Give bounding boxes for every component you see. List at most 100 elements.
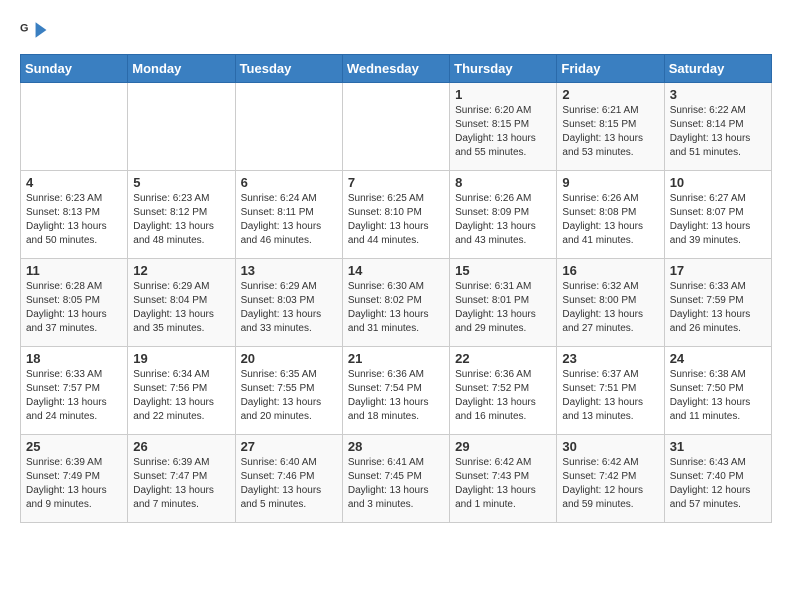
day-number: 8 xyxy=(455,175,551,190)
calendar-cell xyxy=(21,83,128,171)
calendar-cell: 5 Sunrise: 6:23 AM Sunset: 8:12 PM Daylig… xyxy=(128,171,235,259)
day-info: Sunrise: 6:26 AM Sunset: 8:08 PM Dayligh… xyxy=(562,192,658,248)
day-number: 3 xyxy=(670,87,766,102)
day-info: Sunrise: 6:24 AM Sunset: 8:11 PM Dayligh… xyxy=(241,192,337,248)
calendar-cell: 16 Sunrise: 6:32 AM Sunset: 8:00 PM Dayli… xyxy=(557,259,664,347)
day-number: 13 xyxy=(241,263,337,278)
calendar-header-monday: Monday xyxy=(128,55,235,83)
day-info: Sunrise: 6:33 AM Sunset: 7:57 PM Dayligh… xyxy=(26,368,122,424)
day-number: 29 xyxy=(455,439,551,454)
day-info: Sunrise: 6:21 AM Sunset: 8:15 PM Dayligh… xyxy=(562,104,658,160)
day-number: 31 xyxy=(670,439,766,454)
day-number: 23 xyxy=(562,351,658,366)
day-info: Sunrise: 6:31 AM Sunset: 8:01 PM Dayligh… xyxy=(455,280,551,336)
calendar-cell: 21Sunrise: 6:36 AM Sunset: 7:54 PM Dayli… xyxy=(342,347,449,435)
svg-text:G: G xyxy=(20,23,28,35)
calendar-table: SundayMondayTuesdayWednesdayThursdayFrid… xyxy=(20,54,772,523)
day-number: 18 xyxy=(26,351,122,366)
calendar-cell: 9 Sunrise: 6:26 AM Sunset: 8:08 PM Daylig… xyxy=(557,171,664,259)
calendar-header-saturday: Saturday xyxy=(664,55,771,83)
day-info: Sunrise: 6:27 AM Sunset: 8:07 PM Dayligh… xyxy=(670,192,766,248)
day-number: 30 xyxy=(562,439,658,454)
calendar-cell: 17 Sunrise: 6:33 AM Sunset: 7:59 PM Dayli… xyxy=(664,259,771,347)
day-info: Sunrise: 6:42 AM Sunset: 7:42 PM Dayligh… xyxy=(562,456,658,512)
day-info: Sunrise: 6:32 AM Sunset: 8:00 PM Dayligh… xyxy=(562,280,658,336)
calendar-cell: 26Sunrise: 6:39 AM Sunset: 7:47 PM Dayli… xyxy=(128,435,235,523)
calendar-week-row: 18 Sunrise: 6:33 AM Sunset: 7:57 PM Dayli… xyxy=(21,347,772,435)
day-info: Sunrise: 6:42 AM Sunset: 7:43 PM Dayligh… xyxy=(455,456,551,512)
day-info: Sunrise: 6:28 AM Sunset: 8:05 PM Dayligh… xyxy=(26,280,122,336)
day-number: 28 xyxy=(348,439,444,454)
calendar-cell xyxy=(342,83,449,171)
calendar-header-thursday: Thursday xyxy=(450,55,557,83)
logo: G xyxy=(20,16,52,44)
calendar-cell: 23Sunrise: 6:37 AM Sunset: 7:51 PM Dayli… xyxy=(557,347,664,435)
calendar-week-row: 1 Sunrise: 6:20 AM Sunset: 8:15 PM Daylig… xyxy=(21,83,772,171)
day-info: Sunrise: 6:39 AM Sunset: 7:49 PM Dayligh… xyxy=(26,456,122,512)
calendar-cell: 28 Sunrise: 6:41 AM Sunset: 7:45 PM Dayli… xyxy=(342,435,449,523)
day-info: Sunrise: 6:36 AM Sunset: 7:52 PM Dayligh… xyxy=(455,368,551,424)
calendar-cell: 2 Sunrise: 6:21 AM Sunset: 8:15 PM Daylig… xyxy=(557,83,664,171)
day-info: Sunrise: 6:23 AM Sunset: 8:13 PM Dayligh… xyxy=(26,192,122,248)
page-header: G xyxy=(20,16,772,44)
day-info: Sunrise: 6:23 AM Sunset: 8:12 PM Dayligh… xyxy=(133,192,229,248)
calendar-cell: 24 Sunrise: 6:38 AM Sunset: 7:50 PM Dayli… xyxy=(664,347,771,435)
calendar-cell: 6 Sunrise: 6:24 AM Sunset: 8:11 PM Daylig… xyxy=(235,171,342,259)
calendar-header-sunday: Sunday xyxy=(21,55,128,83)
calendar-cell: 3Sunrise: 6:22 AM Sunset: 8:14 PM Daylig… xyxy=(664,83,771,171)
day-info: Sunrise: 6:38 AM Sunset: 7:50 PM Dayligh… xyxy=(670,368,766,424)
calendar-cell: 20 Sunrise: 6:35 AM Sunset: 7:55 PM Dayli… xyxy=(235,347,342,435)
calendar-cell: 22 Sunrise: 6:36 AM Sunset: 7:52 PM Dayli… xyxy=(450,347,557,435)
day-number: 15 xyxy=(455,263,551,278)
day-number: 16 xyxy=(562,263,658,278)
day-info: Sunrise: 6:33 AM Sunset: 7:59 PM Dayligh… xyxy=(670,280,766,336)
calendar-cell: 18 Sunrise: 6:33 AM Sunset: 7:57 PM Dayli… xyxy=(21,347,128,435)
logo-icon: G xyxy=(20,16,48,44)
day-info: Sunrise: 6:43 AM Sunset: 7:40 PM Dayligh… xyxy=(670,456,766,512)
calendar-cell: 27 Sunrise: 6:40 AM Sunset: 7:46 PM Dayli… xyxy=(235,435,342,523)
day-info: Sunrise: 6:25 AM Sunset: 8:10 PM Dayligh… xyxy=(348,192,444,248)
calendar-cell: 31 Sunrise: 6:43 AM Sunset: 7:40 PM Dayli… xyxy=(664,435,771,523)
calendar-cell: 29 Sunrise: 6:42 AM Sunset: 7:43 PM Dayli… xyxy=(450,435,557,523)
calendar-header-tuesday: Tuesday xyxy=(235,55,342,83)
calendar-cell: 13Sunrise: 6:29 AM Sunset: 8:03 PM Dayli… xyxy=(235,259,342,347)
day-number: 4 xyxy=(26,175,122,190)
day-number: 9 xyxy=(562,175,658,190)
calendar-cell: 1 Sunrise: 6:20 AM Sunset: 8:15 PM Daylig… xyxy=(450,83,557,171)
calendar-cell: 11Sunrise: 6:28 AM Sunset: 8:05 PM Dayli… xyxy=(21,259,128,347)
day-number: 25 xyxy=(26,439,122,454)
calendar-cell: 15 Sunrise: 6:31 AM Sunset: 8:01 PM Dayli… xyxy=(450,259,557,347)
calendar-header-row: SundayMondayTuesdayWednesdayThursdayFrid… xyxy=(21,55,772,83)
day-info: Sunrise: 6:35 AM Sunset: 7:55 PM Dayligh… xyxy=(241,368,337,424)
day-number: 20 xyxy=(241,351,337,366)
day-number: 2 xyxy=(562,87,658,102)
calendar-week-row: 11Sunrise: 6:28 AM Sunset: 8:05 PM Dayli… xyxy=(21,259,772,347)
day-info: Sunrise: 6:41 AM Sunset: 7:45 PM Dayligh… xyxy=(348,456,444,512)
calendar-cell xyxy=(235,83,342,171)
day-number: 6 xyxy=(241,175,337,190)
day-info: Sunrise: 6:30 AM Sunset: 8:02 PM Dayligh… xyxy=(348,280,444,336)
day-number: 22 xyxy=(455,351,551,366)
calendar-header-wednesday: Wednesday xyxy=(342,55,449,83)
day-number: 14 xyxy=(348,263,444,278)
day-number: 27 xyxy=(241,439,337,454)
day-info: Sunrise: 6:40 AM Sunset: 7:46 PM Dayligh… xyxy=(241,456,337,512)
calendar-cell: 7Sunrise: 6:25 AM Sunset: 8:10 PM Daylig… xyxy=(342,171,449,259)
calendar-week-row: 4 Sunrise: 6:23 AM Sunset: 8:13 PM Daylig… xyxy=(21,171,772,259)
day-info: Sunrise: 6:20 AM Sunset: 8:15 PM Dayligh… xyxy=(455,104,551,160)
day-number: 24 xyxy=(670,351,766,366)
day-number: 5 xyxy=(133,175,229,190)
day-info: Sunrise: 6:39 AM Sunset: 7:47 PM Dayligh… xyxy=(133,456,229,512)
calendar-cell: 8Sunrise: 6:26 AM Sunset: 8:09 PM Daylig… xyxy=(450,171,557,259)
day-number: 17 xyxy=(670,263,766,278)
day-number: 10 xyxy=(670,175,766,190)
calendar-cell: 14 Sunrise: 6:30 AM Sunset: 8:02 PM Dayli… xyxy=(342,259,449,347)
calendar-cell: 10 Sunrise: 6:27 AM Sunset: 8:07 PM Dayli… xyxy=(664,171,771,259)
day-number: 1 xyxy=(455,87,551,102)
calendar-cell: 12Sunrise: 6:29 AM Sunset: 8:04 PM Dayli… xyxy=(128,259,235,347)
day-info: Sunrise: 6:36 AM Sunset: 7:54 PM Dayligh… xyxy=(348,368,444,424)
calendar-cell xyxy=(128,83,235,171)
day-number: 19 xyxy=(133,351,229,366)
calendar-cell: 19Sunrise: 6:34 AM Sunset: 7:56 PM Dayli… xyxy=(128,347,235,435)
calendar-cell: 30 Sunrise: 6:42 AM Sunset: 7:42 PM Dayli… xyxy=(557,435,664,523)
